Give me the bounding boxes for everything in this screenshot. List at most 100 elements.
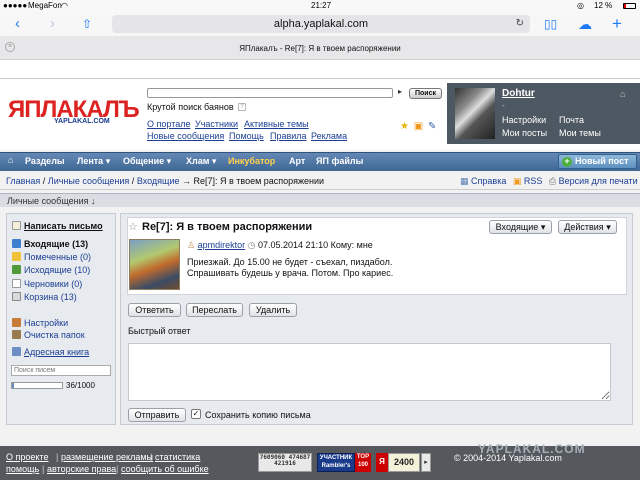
save-copy-checkbox[interactable]: ✓ (191, 409, 201, 419)
url-text: alpha.yaplakal.com (273, 18, 369, 30)
footer-stats[interactable]: статистика (155, 452, 200, 462)
rss-link[interactable]: RSS (524, 176, 543, 186)
clean-folders-link[interactable]: Очистка папок (12, 330, 85, 340)
pm-settings-link[interactable]: Настройки (12, 318, 68, 328)
carrier-label: MegaFon (28, 1, 62, 10)
share-icon[interactable]: ⇧ (82, 14, 92, 34)
edit-icon[interactable]: ✎ (428, 121, 436, 132)
tab-title[interactable]: ЯПлакалъ - Re[7]: Я в твоем распоряжении (0, 44, 640, 53)
header-link-new[interactable]: Новые сообщения (147, 131, 224, 141)
new-tab-icon[interactable]: + (612, 14, 622, 34)
tab-bar: × ЯПлакалъ - Re[7]: Я в твоем распоряжен… (0, 36, 640, 60)
sender-avatar[interactable] (129, 239, 180, 290)
message-body-line1: Приезжай. До 15.00 не будет - съехал, пи… (187, 257, 393, 267)
yandex-icon[interactable]: Я (376, 453, 388, 472)
visit-counter[interactable]: 7609060 474687 421916 (258, 453, 312, 472)
footer-copyright-link[interactable]: авторские права (47, 464, 116, 474)
footer-separator: | (56, 452, 59, 462)
footer-separator: | (150, 452, 153, 462)
actions-dropdown[interactable]: Действия ▾ (558, 220, 617, 234)
header-link-about[interactable]: О портале (147, 119, 190, 129)
header-link-active[interactable]: Активные темы (244, 119, 309, 129)
user-menu-icon[interactable]: ⌂ (620, 89, 625, 99)
quick-reply-label: Быстрый ответ (128, 326, 191, 336)
wifi-icon: ◠ (61, 1, 68, 10)
forward-button[interactable]: Переслать (186, 303, 243, 317)
address-book-link[interactable]: Адресная книга (12, 347, 89, 357)
header-link-members[interactable]: Участники (195, 119, 238, 129)
footer-help[interactable]: помощь (6, 464, 39, 474)
time-label: 21:27 (311, 1, 332, 10)
message-recipient: Кому: мне (330, 240, 373, 250)
home-icon[interactable]: ⌂ (8, 155, 13, 165)
rambler-counter[interactable]: УЧАСТНИК Rambler's (317, 453, 355, 472)
breadcrumb-inbox[interactable]: Входящие (137, 176, 180, 186)
folder-trash[interactable]: Корзина (13) (12, 292, 77, 302)
quota-bar (11, 382, 63, 389)
footer-report[interactable]: сообщить об ошибке (121, 464, 209, 474)
footer-ads[interactable]: размещение рекламы (61, 452, 153, 462)
forward-icon[interactable]: › (50, 14, 55, 34)
folder-dropdown[interactable]: Входящие ▾ (489, 220, 552, 234)
delete-button[interactable]: Удалить (249, 303, 297, 317)
favorite-star-icon[interactable]: ☆ (128, 220, 138, 233)
quick-reply-textarea[interactable] (128, 343, 611, 401)
folder-flagged[interactable]: Помеченные (0) (12, 252, 91, 262)
write-message-link[interactable]: Написать письмо (12, 221, 103, 231)
header-link-help[interactable]: Помощь (229, 131, 264, 141)
nav-junk[interactable]: Хлам ▾ (186, 156, 216, 167)
nav-talk[interactable]: Общение ▾ (123, 156, 171, 167)
send-button[interactable]: Отправить (128, 408, 186, 422)
inbox-icon (12, 239, 21, 248)
nav-art[interactable]: Арт (289, 156, 305, 166)
folder-flagged-label: Помеченные (0) (24, 252, 91, 262)
back-icon[interactable]: ‹ (15, 14, 20, 34)
folder-sent[interactable]: Исходящие (10) (12, 265, 90, 275)
user-link-settings[interactable]: Настройки (502, 115, 546, 125)
nav-files[interactable]: ЯП файлы (316, 156, 363, 166)
user-link-topics[interactable]: Мои темы (559, 128, 601, 138)
cloud-tabs-icon[interactable]: ☁ (578, 14, 592, 34)
nav-sections[interactable]: Разделы (25, 156, 65, 166)
help-link[interactable]: Справка (471, 176, 506, 186)
print-link[interactable]: Версия для печати (559, 176, 638, 186)
search-button[interactable]: Поиск (409, 88, 442, 99)
folder-inbox[interactable]: Входящие (13) (12, 239, 88, 249)
nav-feed[interactable]: Лента ▾ (77, 156, 110, 167)
url-bar[interactable]: alpha.yaplakal.com ↻ (112, 15, 530, 33)
user-name[interactable]: Dohtur (502, 88, 535, 99)
section-title[interactable]: Личные сообщения ↓ (7, 196, 96, 206)
nav-talk-label: Общение (123, 156, 165, 166)
header-link-ads[interactable]: Реклама (311, 131, 347, 141)
flag-icon (12, 252, 21, 261)
footer-about[interactable]: О проекте (6, 452, 48, 462)
breadcrumb-home[interactable]: Главная (6, 176, 40, 186)
signal-icon: ●●●●● (3, 1, 28, 10)
user-avatar[interactable] (455, 88, 495, 139)
folder-drafts[interactable]: Черновики (0) (12, 279, 82, 289)
nav-incubator[interactable]: Инкубатор (228, 156, 275, 166)
help-icon[interactable]: ? (238, 103, 246, 111)
footer-separator: | (116, 464, 119, 474)
user-link-mail[interactable]: Почта (559, 115, 584, 125)
breadcrumb-pm[interactable]: Личные сообщения (48, 176, 130, 186)
author-link[interactable]: apmdirektor (198, 240, 246, 250)
mail-search-input[interactable] (11, 365, 111, 376)
rambler-top-badge[interactable]: TOP 100 (355, 453, 371, 472)
yandex-counter[interactable]: 2400 (388, 453, 420, 472)
reply-button[interactable]: Ответить (128, 303, 181, 317)
bookmarks-icon[interactable]: ▯▯ (544, 14, 557, 34)
search-options-icon[interactable]: ▸ (398, 87, 402, 96)
rss-small-icon: ▣ (512, 176, 522, 186)
user-link-posts[interactable]: Мои посты (502, 128, 547, 138)
star-icon[interactable]: ★ (400, 121, 409, 132)
site-logo[interactable]: ЯПЛАКАЛЪ YAPLAKAL.COM (8, 96, 140, 128)
clock-icon: ◷ (247, 240, 256, 250)
header-link-rules[interactable]: Правила (270, 131, 307, 141)
message-date: 07.05.2014 21:10 (258, 240, 329, 250)
rss-icon[interactable]: ▣ (414, 121, 423, 132)
new-post-button[interactable]: + Новый пост (558, 154, 637, 169)
site-search-input[interactable] (147, 88, 393, 98)
user-icon: ♙ (187, 240, 196, 250)
reload-icon[interactable]: ↻ (516, 15, 524, 33)
